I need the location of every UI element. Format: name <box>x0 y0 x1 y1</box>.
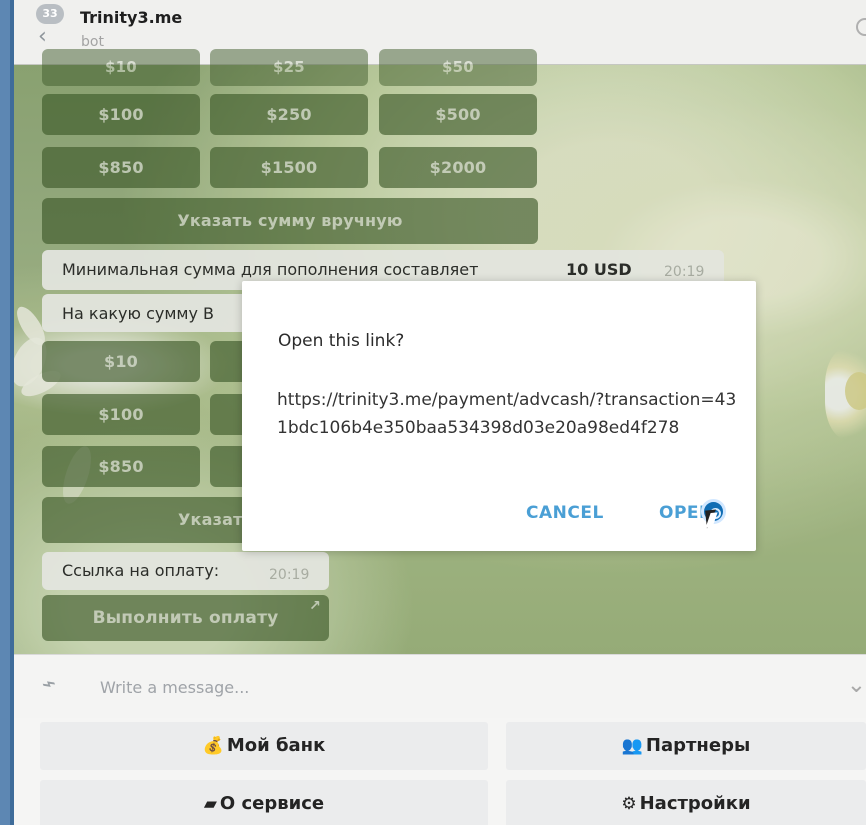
window-border <box>0 0 14 825</box>
money-bag-icon: 💰 <box>202 736 224 756</box>
back-icon[interactable]: ‹ <box>38 26 47 48</box>
search-icon[interactable] <box>856 18 866 36</box>
partners-label: Партнеры <box>645 735 751 756</box>
my-bank-button[interactable]: 💰 Мой банк <box>40 722 488 770</box>
about-service-label: О сервисе <box>219 793 325 814</box>
unread-badge: 33 <box>36 4 64 24</box>
chat-title: Trinity3.me <box>80 8 183 27</box>
about-service-button[interactable]: ▰ О сервисе <box>40 780 488 825</box>
gear-icon: ⚙ <box>621 794 637 814</box>
people-icon: 👥 <box>621 736 643 756</box>
dialog-url: https://trinity3.me/payment/advcash/?tra… <box>277 390 737 438</box>
dialog-title: Open this link? <box>278 331 405 351</box>
cancel-button[interactable]: CANCEL <box>526 503 604 523</box>
settings-label: Настройки <box>639 793 751 814</box>
cursor-icon <box>705 509 718 529</box>
my-bank-label: Мой банк <box>226 735 326 756</box>
partners-button[interactable]: 👥 Партнеры <box>506 722 866 770</box>
message-composer: ⌁ ⌄ <box>14 654 866 719</box>
message-input[interactable] <box>98 675 772 699</box>
settings-button[interactable]: ⚙ Настройки <box>506 780 866 825</box>
chevron-down-icon[interactable]: ⌄ <box>847 672 866 698</box>
info-icon: ▰ <box>203 794 217 814</box>
paperclip-icon[interactable]: ⌁ <box>38 669 61 698</box>
chat-subtitle: bot <box>81 34 104 50</box>
reply-keyboard: 💰 Мой банк 👥 Партнеры ▰ О сервисе ⚙ Настройк… <box>14 718 866 825</box>
open-link-dialog: Open this link? https://trinity3.me/paym… <box>242 281 756 551</box>
